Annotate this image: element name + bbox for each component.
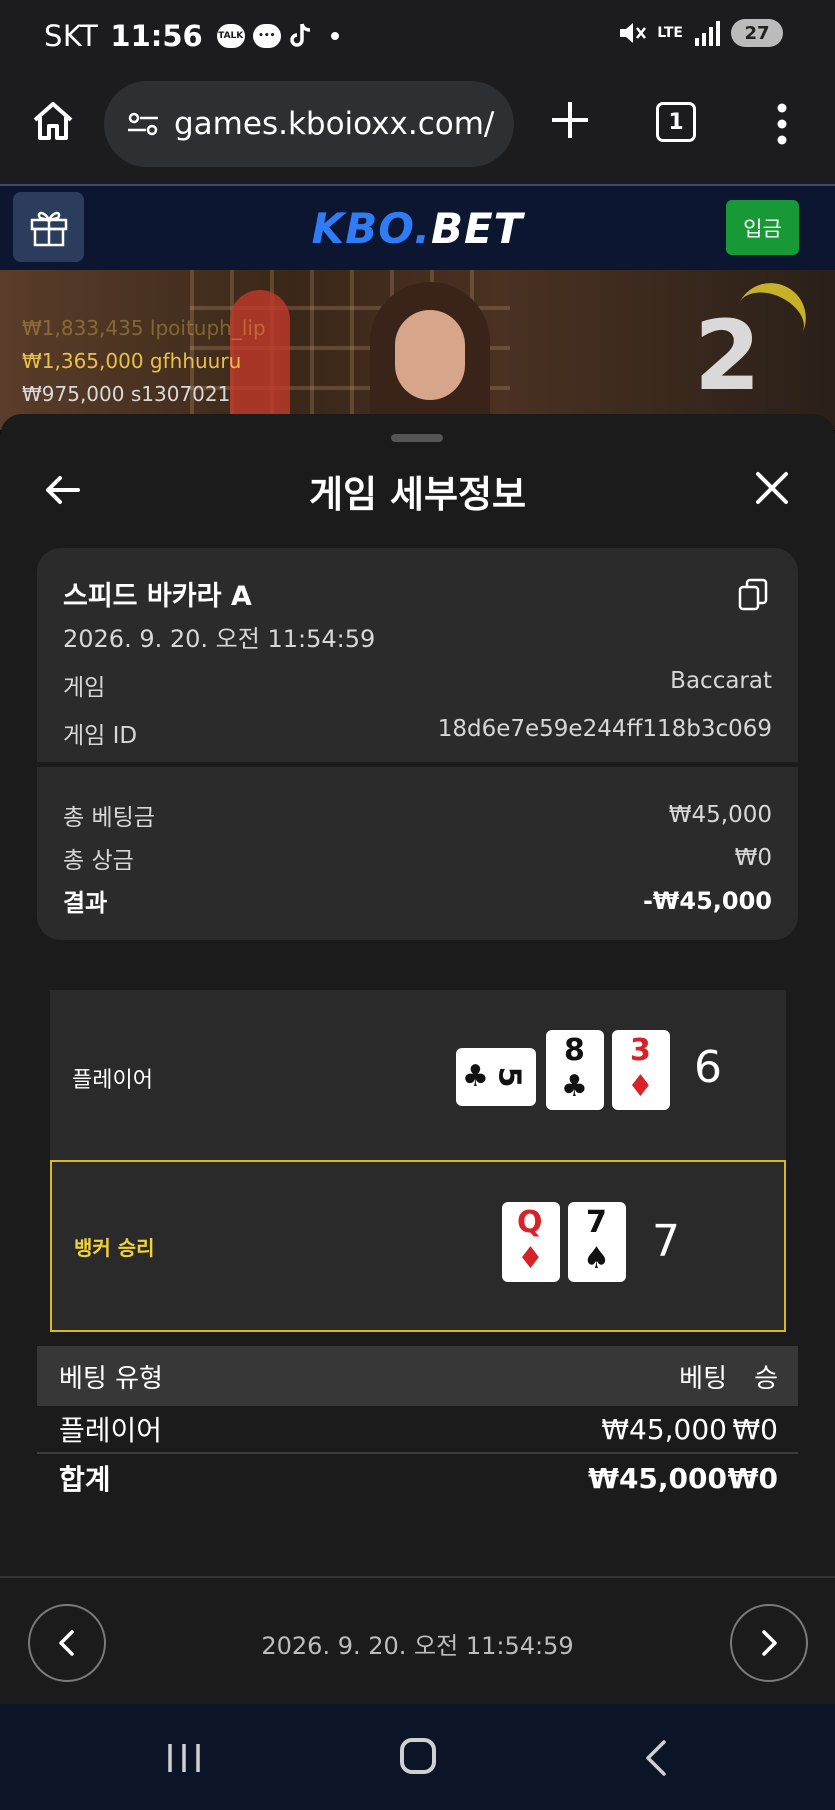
close-icon[interactable] (752, 468, 792, 508)
banker-hand: 뱅커 승리 Q ♦ 7 ♠ 7 (50, 1160, 786, 1332)
game-datetime: 2026. 9. 20. 오전 11:54:59 (63, 625, 376, 653)
chevron-right-icon (762, 1630, 777, 1656)
home-button[interactable] (400, 1738, 436, 1774)
recent-apps-icon[interactable] (166, 1742, 202, 1774)
winner-row: ₩1,833,435 lpoituph_lip (22, 316, 266, 340)
address-bar[interactable]: games.kboioxx.com/ (104, 81, 514, 167)
player-hand: 플레이어 ♣ 5 8 ♣ 3 ♦ 6 (50, 990, 786, 1162)
new-tab-icon[interactable] (548, 98, 592, 142)
winner-row: ₩1,365,000 gfhhuuru (22, 349, 242, 373)
site-header: KBO.BET 입금 (0, 184, 835, 270)
round-datetime: 2026. 9. 20. 오전 11:54:59 (261, 1632, 574, 1660)
status-bar: SKT 11:56 TALK ••• LTE 27 (0, 0, 835, 72)
player-card-3: 3 ♦ (612, 1030, 670, 1110)
network-type: LTE (657, 25, 683, 41)
player-card-1: ♣ 5 (456, 1048, 536, 1106)
card-rank: 3 (630, 1033, 651, 1068)
player-score: 6 (694, 1042, 722, 1093)
url-text[interactable]: games.kboioxx.com/ (174, 106, 494, 142)
card-suit: ♦ (517, 1241, 544, 1276)
card-rank: 8 (564, 1033, 585, 1068)
game-type-value: Baccarat (670, 668, 772, 694)
signal-icon (695, 21, 720, 46)
game-id-row: 게임 ID 18d6e7e59e244ff118b3c069 (63, 716, 772, 750)
clock: 11:56 (110, 19, 203, 53)
game-info-card: 스피드 바카라 A 2026. 9. 20. 오전 11:54:59 게임 Ba… (37, 548, 798, 940)
banker-card-1: Q ♦ (502, 1202, 560, 1282)
logo-bet: BET (430, 204, 524, 253)
card-rank: 7 (586, 1205, 607, 1240)
next-round-button[interactable] (730, 1604, 808, 1682)
dealer-face (395, 310, 465, 400)
total-win-label: 총 상금 (63, 847, 134, 874)
total-win-amount: ₩0 (727, 1461, 778, 1495)
mute-icon (620, 23, 647, 43)
card-suit: ♠ (583, 1241, 610, 1276)
card-suit: ♦ (627, 1069, 654, 1104)
tab-switcher-button[interactable]: 1 (656, 102, 696, 142)
row-bet-amount: ₩45,000 (601, 1412, 727, 1446)
back-icon[interactable] (640, 1738, 670, 1778)
header-bet: 베팅 (679, 1363, 727, 1394)
card-suit: ♣ (561, 1069, 588, 1104)
recent-winners: ₩1,833,435 lpoituph_lip ₩1,365,000 gfhhu… (22, 312, 266, 411)
player-hand-label: 플레이어 (72, 1068, 153, 1093)
more-notifications-dot (330, 32, 339, 40)
card-rank: 5 (491, 1066, 527, 1088)
player-card-2: 8 ♣ (546, 1030, 604, 1110)
live-video-stream: ₩1,833,435 lpoituph_lip ₩1,365,000 gfhhu… (0, 270, 835, 430)
total-win-row: 총 상금 ₩0 (63, 836, 772, 879)
header-bet-type: 베팅 유형 (59, 1363, 163, 1394)
game-type-label: 게임 (63, 675, 106, 701)
system-navigation-bar (0, 1704, 835, 1810)
total-bet-label: 총 베팅금 (63, 804, 155, 831)
banker-card-2: 7 ♠ (568, 1202, 626, 1282)
winner-row: ₩975,000 s1307021 (22, 382, 231, 406)
result-value: -₩45,000 (642, 886, 772, 915)
sheet-title: 게임 세부정보 (308, 473, 527, 516)
total-bet-amount: ₩45,000 (588, 1461, 727, 1495)
site-logo[interactable]: KBO.BET (0, 204, 835, 253)
logo-kbo: KBO. (311, 204, 431, 253)
system-indicators: LTE 27 (617, 18, 783, 48)
total-bet-value: ₩45,000 (668, 801, 772, 828)
game-type-row: 게임 Baccarat (63, 668, 772, 702)
tiktok-icon (289, 23, 310, 47)
notification-icons: TALK ••• (216, 22, 339, 50)
game-id-value: 18d6e7e59e244ff118b3c069 (437, 716, 772, 742)
table-total-row: 합계 ₩45,000 ₩0 (37, 1454, 798, 1502)
banker-score: 7 (652, 1216, 680, 1267)
result-label: 결과 (63, 889, 108, 917)
bet-table: 베팅 유형 베팅 승 플레이어 ₩45,000 ₩0 합계 ₩45,000 ₩0 (37, 1346, 798, 1502)
round-navigation: 2026. 9. 20. 오전 11:54:59 (0, 1576, 835, 1704)
total-bet-row: 총 베팅금 ₩45,000 (63, 793, 772, 836)
battery-indicator: 27 (731, 19, 783, 47)
result-row: 결과 -₩45,000 (63, 879, 772, 922)
home-icon[interactable] (30, 98, 76, 144)
row-win-amount: ₩0 (732, 1412, 779, 1446)
sheet-drag-handle[interactable] (391, 434, 443, 442)
talk-icon: TALK (216, 24, 245, 48)
betting-countdown: 2 (694, 300, 761, 412)
browser-toolbar: games.kboioxx.com/ 1 (0, 72, 835, 184)
copy-icon[interactable] (738, 578, 768, 612)
site-settings-icon[interactable] (126, 110, 160, 138)
game-name: 스피드 바카라 A (63, 581, 252, 612)
banker-hand-label: 뱅커 승리 (74, 1236, 155, 1260)
total-label: 합계 (59, 1463, 111, 1496)
bet-table-header: 베팅 유형 베팅 승 (37, 1346, 798, 1406)
chat-icon: ••• (252, 24, 281, 48)
header-win: 승 (754, 1363, 778, 1394)
carrier-label: SKT (44, 19, 99, 53)
card-rank: Q (517, 1205, 543, 1240)
card-suit: ♣ (462, 1059, 489, 1094)
deposit-button[interactable]: 입금 (726, 200, 799, 255)
row-bet-type: 플레이어 (59, 1414, 163, 1447)
game-details-sheet: 게임 세부정보 스피드 바카라 A 2026. 9. 20. 오전 11:54:… (0, 414, 835, 1704)
game-id-label: 게임 ID (63, 723, 138, 749)
table-row: 플레이어 ₩45,000 ₩0 (37, 1406, 798, 1454)
total-win-value: ₩0 (734, 844, 772, 871)
more-menu-icon[interactable] (772, 102, 792, 146)
